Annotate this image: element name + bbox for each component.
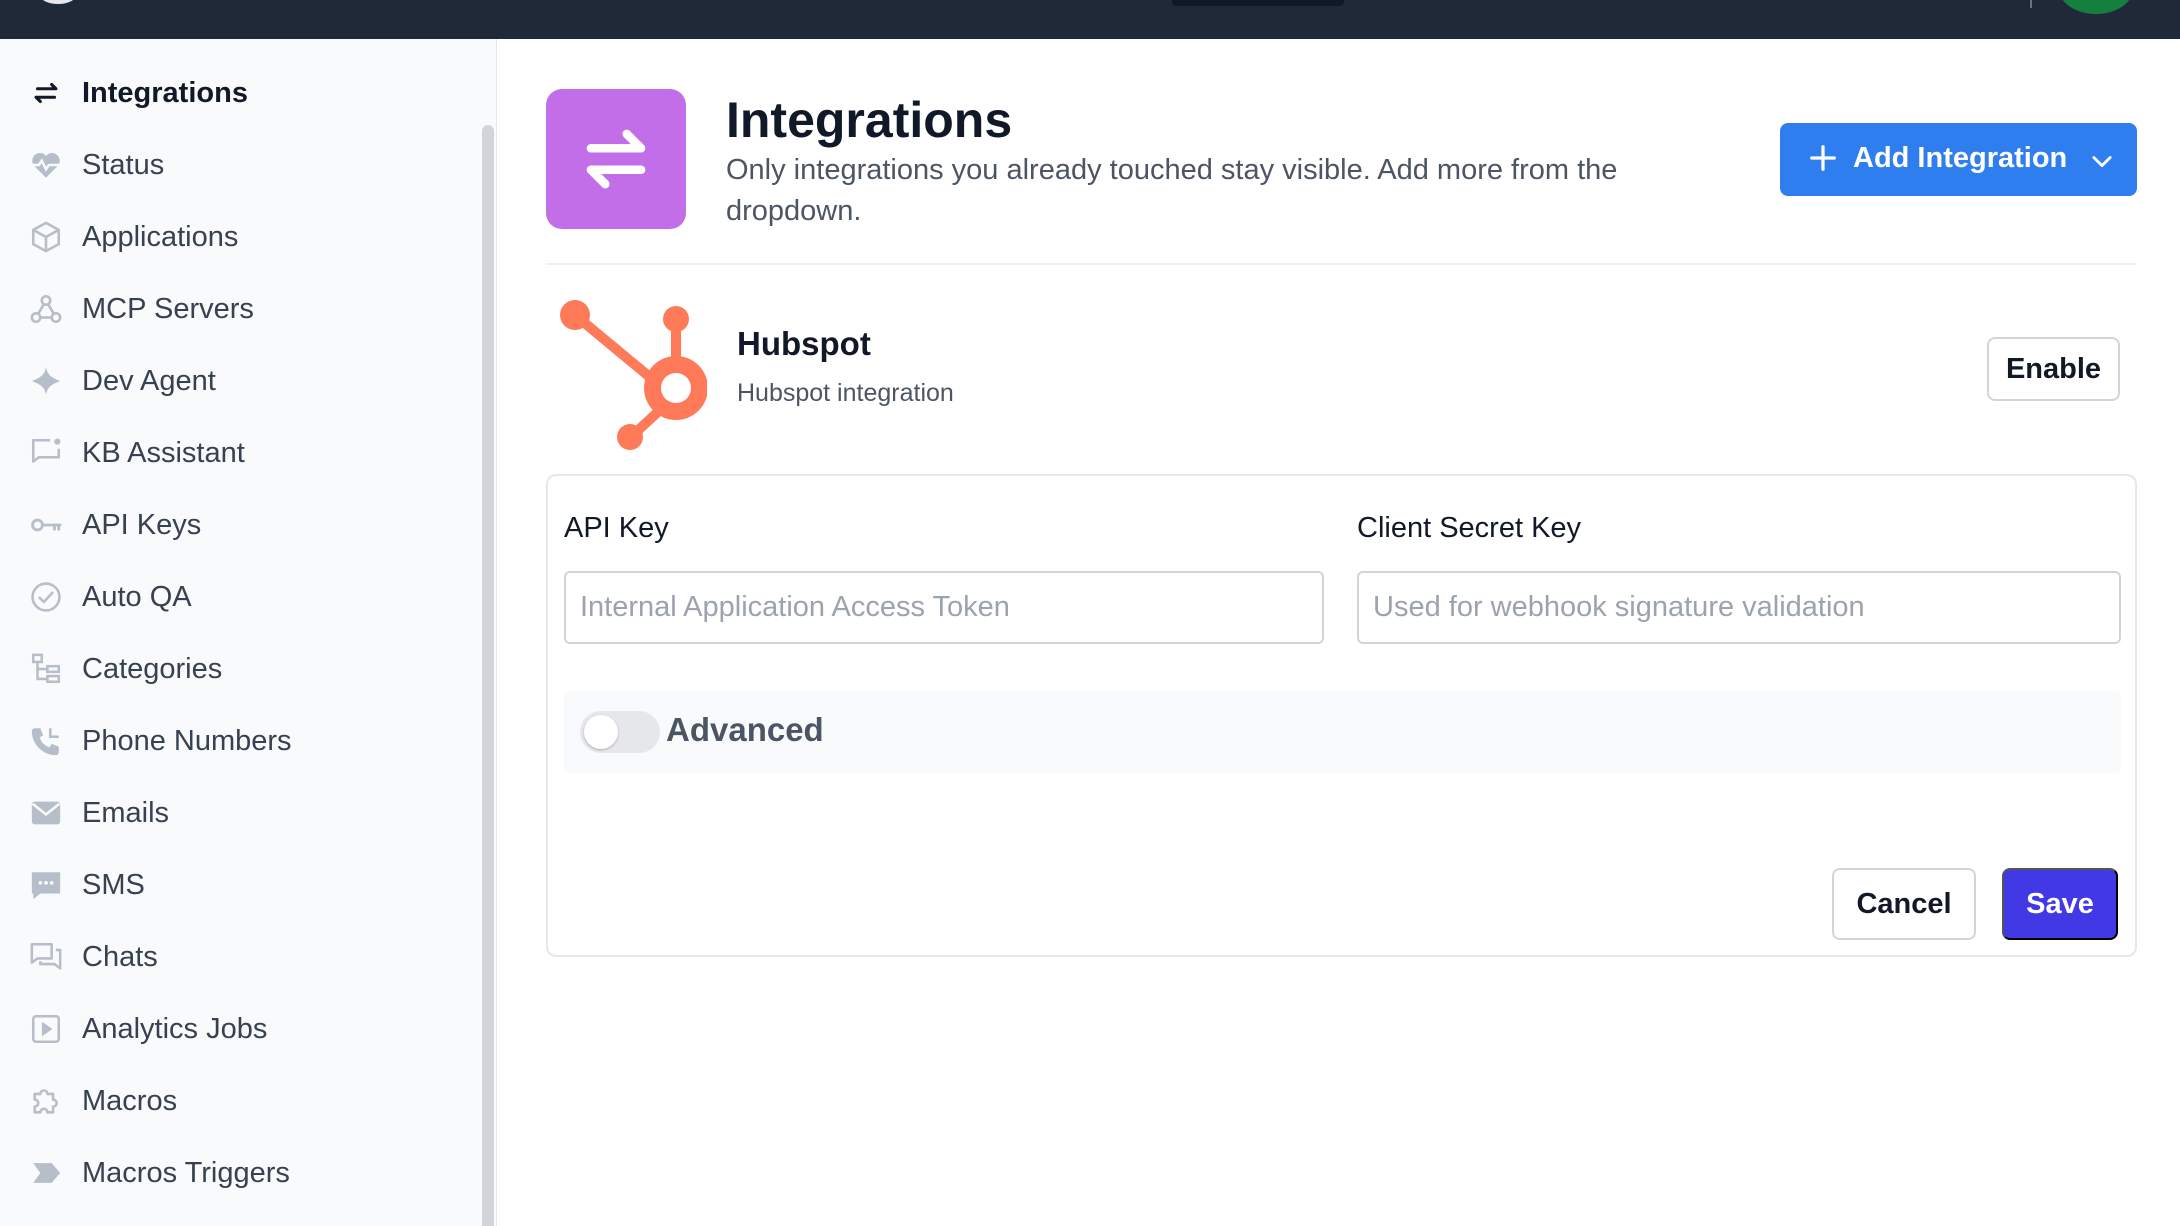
sidebar-item-label: Categories <box>82 652 223 685</box>
advanced-toggle[interactable] <box>580 711 660 753</box>
main-content: Integrations Only integrations you alrea… <box>497 39 2180 1226</box>
phone-icon <box>28 723 64 759</box>
sidebar-item-label: API Keys <box>82 508 202 541</box>
client-secret-label: Client Secret Key <box>1357 512 1582 544</box>
top-navigation-bar <box>0 0 2180 39</box>
topbar-divider <box>2030 0 2032 8</box>
advanced-label: Advanced <box>666 711 824 748</box>
advanced-section: Advanced <box>564 691 2121 773</box>
add-integration-button[interactable]: Add Integration <box>1780 123 2137 196</box>
hubspot-logo-icon <box>560 300 707 450</box>
sidebar-item-label: Auto QA <box>82 580 192 613</box>
sidebar-item-applications[interactable]: Applications <box>0 209 470 265</box>
sidebar-item-label: Applications <box>82 220 239 253</box>
sidebar-item-label: Emails <box>82 796 170 829</box>
sidebar-item-label: KB Assistant <box>82 436 245 469</box>
sidebar-item-macros[interactable]: Macros <box>0 1073 470 1129</box>
sidebar: Integrations Status Applications MCP Ser… <box>0 39 497 1226</box>
sidebar-item-label: Macros <box>82 1084 178 1117</box>
sidebar-item-kb-assistant[interactable]: KB Assistant <box>0 425 470 481</box>
message-square-dot-icon <box>28 435 64 471</box>
sidebar-item-label: Dev Agent <box>82 364 216 397</box>
sidebar-item-label: Status <box>82 148 165 181</box>
chat-bubble-dots-icon <box>28 867 64 903</box>
chevron-tag-icon <box>28 1155 64 1191</box>
puzzle-icon <box>28 1083 64 1119</box>
sidebar-item-emails[interactable]: Emails <box>0 785 470 841</box>
sidebar-item-phone-numbers[interactable]: Phone Numbers <box>0 713 470 769</box>
webhook-icon <box>28 291 64 327</box>
chevron-down-icon[interactable] <box>2088 147 2116 175</box>
sidebar-item-label: SMS <box>82 868 145 901</box>
sidebar-item-api-keys[interactable]: API Keys <box>0 497 470 553</box>
plus-icon <box>1810 145 1836 171</box>
enable-button[interactable]: Enable <box>1987 337 2120 401</box>
api-key-input[interactable] <box>564 571 1324 644</box>
api-key-label: API Key <box>564 512 669 544</box>
sidebar-item-label: Integrations <box>82 76 248 109</box>
check-circle-icon <box>28 579 64 615</box>
sidebar-scrollbar[interactable] <box>482 125 494 1226</box>
sidebar-item-label: Analytics Jobs <box>82 1012 268 1045</box>
page-title: Integrations <box>726 92 1013 148</box>
sparkle-icon <box>28 363 64 399</box>
hierarchy-icon <box>28 651 64 687</box>
sidebar-item-categories[interactable]: Categories <box>0 641 470 697</box>
sidebar-item-chats[interactable]: Chats <box>0 929 470 985</box>
arrows-exchange-icon <box>28 75 64 111</box>
integrations-header-icon <box>546 89 686 229</box>
sidebar-item-label: Macros Triggers <box>82 1156 290 1189</box>
add-integration-label: Add Integration <box>1853 142 2068 174</box>
sidebar-item-auto-qa[interactable]: Auto QA <box>0 569 470 625</box>
avatar[interactable] <box>2058 0 2134 14</box>
chats-icon <box>28 939 64 975</box>
page-subtitle: Only integrations you already touched st… <box>726 154 1618 227</box>
integration-settings-form: API Key Client Secret Key Advanced Cance… <box>546 474 2137 957</box>
play-square-icon <box>28 1011 64 1047</box>
sidebar-item-dev-agent[interactable]: Dev Agent <box>0 353 470 409</box>
sidebar-item-macros-triggers[interactable]: Macros Triggers <box>0 1145 470 1201</box>
sidebar-item-sms[interactable]: SMS <box>0 857 470 913</box>
sidebar-item-analytics-jobs[interactable]: Analytics Jobs <box>0 1001 470 1057</box>
sidebar-item-integrations[interactable]: Integrations <box>0 65 470 121</box>
sidebar-item-status[interactable]: Status <box>0 137 470 193</box>
save-button[interactable]: Save <box>2002 868 2118 940</box>
sidebar-item-label: Phone Numbers <box>82 724 292 757</box>
logo[interactable] <box>40 0 76 4</box>
sidebar-item-label: MCP Servers <box>82 292 254 325</box>
integration-name: Hubspot <box>737 325 871 362</box>
envelope-icon <box>28 795 64 831</box>
divider <box>546 263 2137 265</box>
integration-description: Hubspot integration <box>737 379 954 407</box>
sidebar-item-mcp-servers[interactable]: MCP Servers <box>0 281 470 337</box>
sidebar-item-label: Chats <box>82 940 158 973</box>
cube-icon <box>28 219 64 255</box>
cancel-button[interactable]: Cancel <box>1832 868 1976 940</box>
client-secret-input[interactable] <box>1357 571 2121 644</box>
top-tab-indicator[interactable] <box>1172 0 1344 6</box>
heart-pulse-icon <box>28 147 64 183</box>
toggle-knob <box>584 715 618 749</box>
key-icon <box>28 507 64 543</box>
